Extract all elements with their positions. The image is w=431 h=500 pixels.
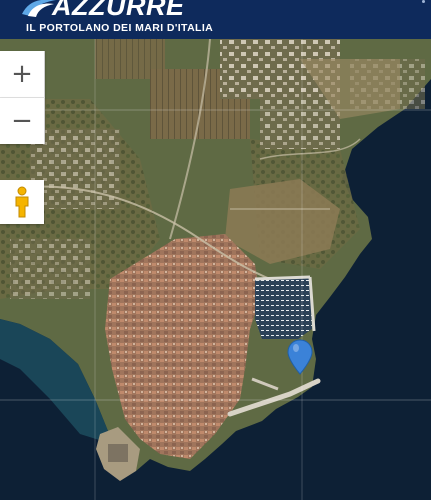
app-header: AZZURRE IL PORTOLANO DEI MARI D'ITALIA <box>0 0 431 39</box>
satellite-map[interactable] <box>0 39 431 500</box>
plus-icon: + <box>11 59 33 89</box>
map-imagery <box>0 39 431 500</box>
zoom-in-button[interactable]: + <box>0 51 45 98</box>
pegman-icon <box>15 186 29 218</box>
street-view-button[interactable] <box>0 180 44 224</box>
minus-icon: − <box>11 106 33 136</box>
header-dot <box>422 0 425 3</box>
zoom-out-button[interactable]: − <box>0 98 45 144</box>
map-pin-icon[interactable] <box>287 339 313 375</box>
app-title: AZZURRE <box>52 0 185 21</box>
app-subtitle: IL PORTOLANO DEI MARI D'ITALIA <box>26 22 214 34</box>
